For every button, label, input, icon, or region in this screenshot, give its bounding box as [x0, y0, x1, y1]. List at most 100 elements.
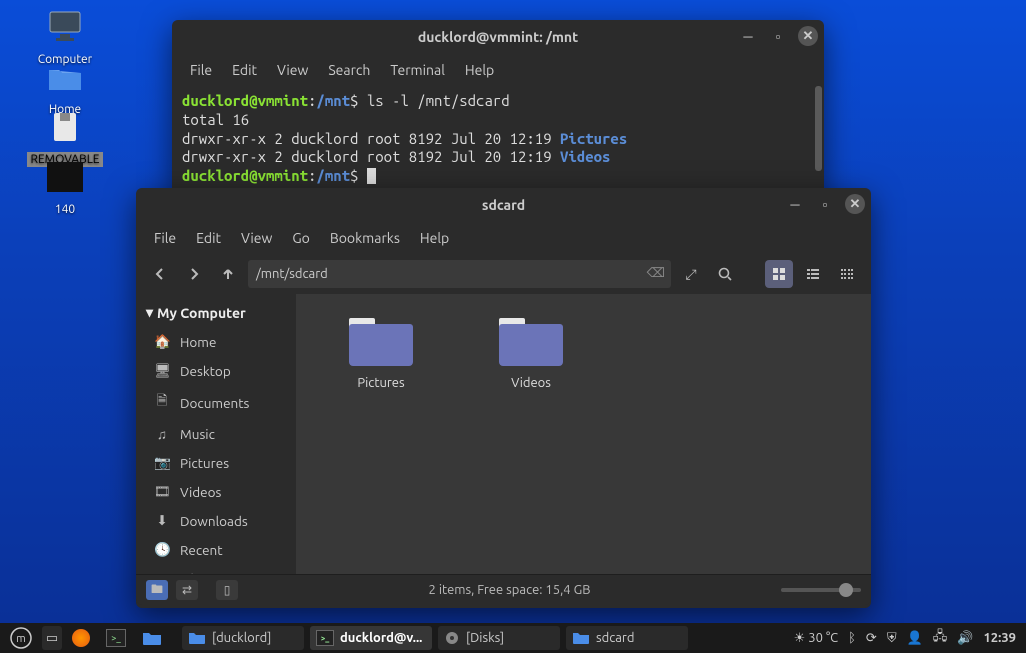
compact-view-button[interactable] [833, 260, 861, 288]
close-button[interactable]: ✕ [798, 26, 818, 46]
show-places-button[interactable]: 🖿 [146, 580, 168, 600]
sidebar-item-label: Home [180, 334, 216, 350]
terminal-output[interactable]: ducklord@vmmint:/mnt$ ls -l /mnt/sdcard … [172, 86, 824, 200]
terminal-menu-search[interactable]: Search [320, 58, 378, 82]
firefox-icon [72, 629, 90, 647]
fm-content[interactable]: Pictures Videos [296, 294, 871, 574]
maximize-button[interactable]: ▫ [815, 194, 835, 214]
show-tree-button[interactable]: ⇄ [176, 580, 198, 600]
sidebar-item-label: Desktop [180, 363, 231, 379]
user-icon[interactable]: 👤 [907, 631, 923, 646]
list-view-button[interactable] [799, 260, 827, 288]
fm-title: sdcard [482, 197, 525, 213]
sidebar-item-home[interactable]: 🏠Home [136, 327, 296, 356]
sidebar-item-desktop[interactable]: 🖥 Desktop [136, 356, 296, 385]
sidebar-item-downloads[interactable]: ⬇Downloads [136, 506, 296, 535]
folder-icon [572, 631, 590, 645]
fm-toolbar: /mnt/sdcard ⌫ ⤢ [136, 254, 871, 294]
launcher-files[interactable] [136, 626, 168, 650]
fm-menu-bookmarks[interactable]: Bookmarks [322, 226, 408, 250]
fm-sidebar: ▾ My Computer 🏠Home 🖥 Desktop 🗎Documents ♫ Mu… [136, 294, 296, 574]
search-button[interactable] [711, 260, 739, 288]
close-button[interactable]: ✕ [845, 194, 865, 214]
sidebar-item-documents[interactable]: 🗎Documents [136, 385, 296, 420]
shield-icon[interactable]: ⛨ [887, 631, 897, 646]
folder-label: Pictures [357, 376, 404, 390]
maximize-button[interactable]: ▫ [768, 26, 788, 46]
sidebar-item-music[interactable]: ♫ Music [136, 420, 296, 448]
clear-path-icon[interactable]: ⌫ [647, 266, 665, 281]
back-button[interactable] [146, 260, 174, 288]
fm-titlebar[interactable]: sdcard ─ ▫ ✕ [136, 188, 871, 222]
fm-menu-file[interactable]: File [146, 226, 184, 250]
folder-icon [44, 156, 86, 198]
sidebar-item-file-system[interactable]: ⊡File System [136, 564, 296, 574]
task-ducklord@v[interactable]: >_ducklord@v... [310, 626, 432, 650]
sidebar-heading[interactable]: ▾ My Computer [136, 298, 296, 327]
terminal-menu-view[interactable]: View [269, 58, 316, 82]
folder-icon [142, 630, 162, 646]
fm-menu-go[interactable]: Go [284, 226, 317, 250]
path-input[interactable]: /mnt/sdcard ⌫ [248, 260, 671, 288]
task-label: [Disks] [466, 631, 504, 645]
launcher-terminal[interactable]: >_ [100, 626, 132, 650]
zoom-slider[interactable] [781, 588, 861, 592]
volume-icon[interactable]: 🔊 [957, 631, 973, 646]
task-label: [ducklord] [212, 631, 271, 645]
sidebar-item-videos[interactable]: 🎞 Videos [136, 477, 296, 506]
task-sdcard[interactable]: sdcard [566, 626, 688, 650]
start-menu-button[interactable]: m [4, 626, 38, 650]
vid-icon: 🎞 [154, 483, 170, 500]
terminal-icon: >_ [106, 629, 126, 647]
weather-indicator[interactable]: ☀ 30 °C [794, 631, 838, 646]
fm-menu-help[interactable]: Help [412, 226, 457, 250]
desktop-icon-folder[interactable]: 140 [20, 156, 110, 217]
toggle-location-button[interactable]: ⤢ [677, 260, 705, 288]
terminal-scrollbar[interactable] [815, 86, 822, 171]
terminal-cursor [367, 168, 376, 184]
clock[interactable]: 12:39 [983, 631, 1016, 645]
task-ducklord[interactable]: [ducklord] [182, 626, 304, 650]
terminal-menu-edit[interactable]: Edit [224, 58, 265, 82]
computer-icon [44, 6, 86, 48]
status-text: 2 items, Free space: 15,4 GB [429, 583, 591, 597]
forward-button[interactable] [180, 260, 208, 288]
doc-icon: 🗎 [154, 391, 170, 414]
folder-videos[interactable]: Videos [486, 318, 576, 390]
taskbar: m ▭ >_ [ducklord] >_ducklord@v... [Disks] s… [0, 623, 1026, 653]
chevron-down-icon: ▾ [146, 304, 153, 321]
sidebar-item-label: Videos [180, 484, 221, 500]
sidebar-item-label: Pictures [180, 455, 229, 471]
removable-icon [44, 106, 86, 148]
launcher-firefox[interactable] [66, 626, 96, 650]
disks-icon [444, 630, 460, 646]
fm-menu-view[interactable]: View [233, 226, 280, 250]
folder-label: Videos [511, 376, 551, 390]
dl-icon: ⬇ [154, 512, 170, 529]
filemanager-window: sdcard ─ ▫ ✕ FileEditViewGoBookmarksHelp… [136, 188, 871, 608]
task-label: ducklord@v... [340, 631, 422, 645]
terminal-menu-file[interactable]: File [182, 58, 220, 82]
icon-view-button[interactable] [765, 260, 793, 288]
update-icon[interactable]: ⟳ [866, 631, 877, 646]
show-desktop-button[interactable]: ▭ [42, 626, 62, 650]
folder-pictures[interactable]: Pictures [336, 318, 426, 390]
network-icon[interactable]: 🖧 [933, 627, 948, 649]
terminal-menubar: FileEditViewSearchTerminalHelp [172, 54, 824, 86]
up-button[interactable] [214, 260, 242, 288]
task-disks[interactable]: [Disks] [438, 626, 560, 650]
terminal-menu-help[interactable]: Help [457, 58, 502, 82]
minimize-button[interactable]: ─ [785, 194, 805, 214]
music-icon: ♫ [154, 426, 170, 442]
sidebar-item-recent[interactable]: 🕓Recent [136, 535, 296, 564]
terminal-menu-terminal[interactable]: Terminal [382, 58, 453, 82]
fm-menu-edit[interactable]: Edit [188, 226, 229, 250]
bluetooth-icon[interactable]: ᛒ [848, 631, 856, 645]
sidebar-item-pictures[interactable]: 📷Pictures [136, 448, 296, 477]
folder-icon [188, 631, 206, 645]
desktop-icon: 🖥 [154, 362, 170, 379]
sidebar-item-label: Music [180, 426, 215, 442]
minimize-button[interactable]: ─ [738, 26, 758, 46]
close-sidebar-button[interactable]: ▯ [216, 580, 238, 600]
terminal-titlebar[interactable]: ducklord@vmmint: /mnt ─ ▫ ✕ [172, 20, 824, 54]
